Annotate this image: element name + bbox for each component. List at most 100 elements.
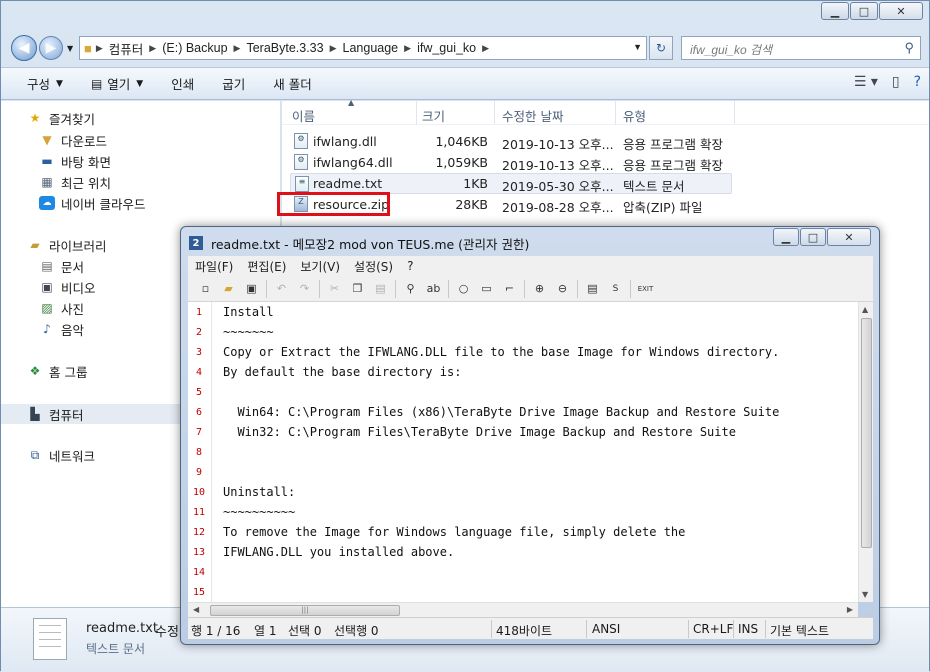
notepad-minimize-button[interactable]: ▁ <box>773 228 799 246</box>
status-encoding[interactable]: ANSI <box>592 622 620 636</box>
find-icon[interactable]: ⚲ <box>399 279 422 299</box>
sidebar-item-downloads[interactable]: ▼ 다운로드 <box>39 130 107 150</box>
maximize-button[interactable]: □ <box>850 2 878 20</box>
bookmark-icon[interactable]: ⌐ <box>498 279 521 299</box>
sidebar-label: 네이버 클라우드 <box>61 196 146 212</box>
horizontal-scrollbar[interactable]: ◀ ||| ▶ <box>188 602 858 617</box>
minimize-button[interactable]: ▁ <box>821 2 849 20</box>
paste-icon[interactable]: ▤ <box>369 279 392 299</box>
word-wrap-icon[interactable]: ○ <box>452 279 475 299</box>
folder-icon: ■ <box>84 40 92 56</box>
forward-button[interactable]: ▶ <box>39 36 63 60</box>
scroll-up-icon[interactable]: ▲ <box>862 305 868 314</box>
preview-pane-icon[interactable]: ▯ <box>892 74 900 90</box>
file-date: 2019-05-30 오후... <box>502 179 614 194</box>
file-row[interactable]: ≡ readme.txt 1KB 2019-05-30 오후... 텍스트 문서 <box>290 173 732 194</box>
scheme-icon[interactable]: ▤ <box>581 279 604 299</box>
sidebar-item-naver-cloud[interactable]: ☁ 네이버 클라우드 <box>39 193 145 213</box>
code-line: Copy or Extract the IFWLANG.DLL file to … <box>223 345 780 359</box>
column-divider[interactable] <box>416 101 417 125</box>
scroll-left-icon[interactable]: ◀ <box>193 605 199 614</box>
copy-icon[interactable]: ❐ <box>346 279 369 299</box>
close-button[interactable]: ✕ <box>879 2 923 20</box>
menu-file[interactable]: 파일(F) <box>188 258 240 275</box>
details-modified-label: 수정 <box>155 625 179 640</box>
settings-icon[interactable]: S <box>604 279 627 299</box>
new-folder-button[interactable]: 새 폴더 <box>259 74 325 93</box>
status-divider <box>491 620 492 638</box>
refresh-button[interactable]: ↻ <box>649 36 673 60</box>
menu-edit[interactable]: 편집(E) <box>240 258 293 275</box>
column-type[interactable]: 유형 <box>623 106 646 125</box>
column-divider[interactable] <box>734 101 735 125</box>
breadcrumb-computer[interactable]: 컴퓨터 <box>105 39 148 58</box>
breadcrumb-terabyte[interactable]: TeraByte.3.33 <box>242 41 327 55</box>
column-divider[interactable] <box>494 101 495 125</box>
file-row[interactable]: ⚙ ifwlang64.dll 1,059KB 2019-10-13 오후...… <box>290 152 732 173</box>
sidebar-item-music[interactable]: ♪ 음악 <box>39 319 84 339</box>
print-button[interactable]: 인쇄 <box>157 74 208 93</box>
notepad2-app-icon[interactable]: 2 <box>189 236 203 250</box>
breadcrumb-current[interactable]: ifw_gui_ko <box>413 41 480 55</box>
search-icon[interactable]: ⚲ <box>904 40 914 56</box>
zoom-in-icon[interactable]: ⊕ <box>528 279 551 299</box>
help-icon[interactable]: ? <box>914 74 921 90</box>
view-options-icon[interactable]: ☰ ▾ <box>854 74 878 90</box>
undo-icon[interactable]: ↶ <box>270 279 293 299</box>
new-file-icon[interactable]: ▫ <box>194 279 217 299</box>
sidebar-computer[interactable]: ▙ 컴퓨터 <box>27 404 83 424</box>
sidebar-label: 문서 <box>61 259 85 275</box>
open-folder-icon[interactable]: ▰ <box>217 279 240 299</box>
sidebar-item-videos[interactable]: ▣ 비디오 <box>39 277 95 297</box>
status-scheme[interactable]: 기본 텍스트 <box>770 622 829 639</box>
vertical-scrollbar[interactable]: ▲ ▼ <box>858 302 873 602</box>
notepad-icon: ▤ <box>90 76 103 91</box>
column-size[interactable]: 크기 <box>422 106 445 125</box>
scroll-down-icon[interactable]: ▼ <box>862 590 868 599</box>
search-input[interactable]: ifw_gui_ko 검색 ⚲ <box>681 36 921 60</box>
burn-button[interactable]: 굽기 <box>208 74 259 93</box>
code-line: Win64: C:\Program Files (x86)\TeraByte D… <box>223 405 780 419</box>
back-button[interactable]: ◀ <box>11 35 37 61</box>
editor-area[interactable]: 1 2 3 4 5 6 7 8 9 10 11 12 13 14 15 Inst… <box>188 302 858 602</box>
sidebar-item-documents[interactable]: ▤ 문서 <box>39 256 84 276</box>
recent-pages-icon[interactable]: ▼ <box>67 44 73 53</box>
redo-icon[interactable]: ↷ <box>293 279 316 299</box>
scroll-right-icon[interactable]: ▶ <box>847 605 853 614</box>
notepad-close-button[interactable]: ✕ <box>827 228 871 246</box>
status-line-ending[interactable]: CR+LF <box>693 622 733 636</box>
breadcrumb-drive[interactable]: (E:) Backup <box>158 41 231 55</box>
fullscreen-icon[interactable]: ▭ <box>475 279 498 299</box>
exit-icon[interactable]: EXIT <box>634 279 657 299</box>
file-row[interactable]: ⚙ ifwlang.dll 1,046KB 2019-10-13 오후... 응… <box>290 131 732 152</box>
menu-help[interactable]: ? <box>400 259 420 273</box>
line-number: 3 <box>195 347 203 358</box>
file-date: 2019-10-13 오후... <box>502 158 614 173</box>
status-insert-mode[interactable]: INS <box>738 622 758 636</box>
notepad-maximize-button[interactable]: □ <box>800 228 826 246</box>
replace-icon[interactable]: ab <box>422 279 445 299</box>
menu-view[interactable]: 보기(V) <box>293 258 347 275</box>
sidebar-network[interactable]: ⧉ 네트워크 <box>27 445 95 465</box>
organize-button[interactable]: 구성 ▼ <box>1 74 77 93</box>
cut-icon[interactable]: ✂ <box>323 279 346 299</box>
sidebar-favorites[interactable]: ★ 즐겨찾기 <box>27 108 95 128</box>
save-icon[interactable]: ▣ <box>240 279 263 299</box>
menu-settings[interactable]: 설정(S) <box>347 258 400 275</box>
address-dropdown-icon[interactable]: ▼ <box>633 42 642 52</box>
column-divider[interactable] <box>615 101 616 125</box>
sidebar-item-pictures[interactable]: ▨ 사진 <box>39 298 84 318</box>
column-name[interactable]: 이름 <box>292 106 315 125</box>
open-button[interactable]: ▤ 열기 ▼ <box>77 74 157 93</box>
column-modified[interactable]: 수정한 날짜 <box>502 106 563 125</box>
zoom-out-icon[interactable]: ⊖ <box>551 279 574 299</box>
horizontal-scroll-thumb[interactable]: ||| <box>210 605 400 616</box>
sidebar-homegroup[interactable]: ❖ 홈 그룹 <box>27 361 88 381</box>
sidebar-item-recent[interactable]: ▦ 최근 위치 <box>39 172 111 192</box>
sidebar-libraries[interactable]: ▰ 라이브러리 <box>27 235 106 255</box>
chevron-down-icon: ▼ <box>136 78 144 89</box>
breadcrumb-language[interactable]: Language <box>339 41 403 55</box>
address-bar[interactable]: ■ ▶ 컴퓨터 ▶ (E:) Backup ▶ TeraByte.3.33 ▶ … <box>79 36 647 60</box>
vertical-scroll-thumb[interactable] <box>861 318 872 548</box>
sidebar-item-desktop[interactable]: ▬ 바탕 화면 <box>39 151 111 171</box>
